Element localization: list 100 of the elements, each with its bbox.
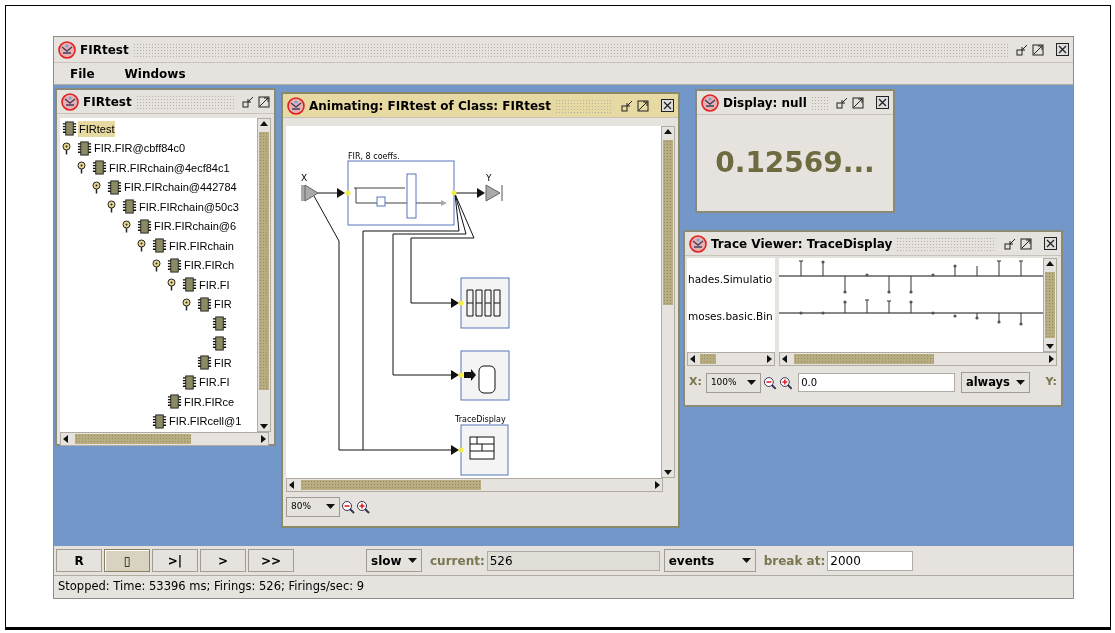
time-field[interactable]: 0.0 <box>798 373 955 392</box>
scroll-left-icon[interactable] <box>61 434 71 444</box>
caret-icon <box>408 557 417 564</box>
tree-item[interactable]: FIR.FIRce <box>183 393 236 410</box>
scroll-thumb[interactable] <box>301 480 481 490</box>
tree-item[interactable]: FIR.FIRchain@50c3 <box>138 198 240 215</box>
scroll-right-icon[interactable] <box>1046 354 1056 364</box>
scroll-thumb[interactable] <box>663 140 673 305</box>
mode-dropdown[interactable]: always <box>960 372 1030 393</box>
scroll-thumb[interactable] <box>700 354 716 364</box>
maximize-icon[interactable] <box>637 99 649 112</box>
scroll-down-icon[interactable] <box>663 467 673 477</box>
title-bar[interactable]: FIRtest <box>57 90 274 114</box>
scroll-left-icon[interactable] <box>688 354 698 364</box>
tree-item[interactable]: FIR.FIRchain@6 <box>153 218 238 235</box>
current-field: 526 <box>486 550 660 571</box>
close-icon[interactable] <box>1044 237 1057 250</box>
minimize-icon[interactable] <box>1004 237 1016 250</box>
scroll-thumb[interactable] <box>75 434 191 444</box>
maximize-icon[interactable] <box>1032 43 1044 56</box>
scroll-thumb[interactable] <box>259 132 269 390</box>
maximize-icon[interactable] <box>852 96 864 109</box>
window-title: Animating: FIRtest of Class: FIRtest <box>309 97 551 115</box>
tree-item[interactable]: FIR.FIRch <box>183 257 236 274</box>
expand-handle-icon[interactable] <box>62 141 71 155</box>
minimize-icon[interactable] <box>836 96 848 109</box>
tree-item[interactable]: FIR.FIRchain@442784 <box>123 179 238 196</box>
scroll-thumb[interactable] <box>1045 272 1055 338</box>
sim-control-button[interactable]: R <box>56 549 102 572</box>
scroll-left-icon[interactable] <box>287 480 297 490</box>
tree-item[interactable]: FIRtest <box>78 120 116 137</box>
scroll-right-icon[interactable] <box>764 354 774 364</box>
sim-control-button[interactable]: >> <box>248 549 294 572</box>
expand-handle-icon[interactable] <box>92 180 101 194</box>
unit-dropdown[interactable]: events <box>663 549 756 572</box>
chip-icon <box>212 335 227 351</box>
vertical-scrollbar[interactable] <box>661 126 675 478</box>
sim-control-button[interactable]: > <box>200 549 246 572</box>
scroll-up-icon[interactable] <box>663 127 673 137</box>
expand-handle-icon[interactable] <box>182 297 191 311</box>
zoom-dropdown[interactable]: 100% <box>705 372 761 393</box>
tree-item[interactable]: FIR.FI <box>198 374 231 391</box>
maximize-icon[interactable] <box>258 95 270 108</box>
minimize-icon[interactable] <box>1016 43 1028 56</box>
expand-handle-icon[interactable] <box>152 258 161 272</box>
close-icon[interactable] <box>661 99 674 112</box>
menu-item[interactable]: Windows <box>124 64 186 83</box>
break-at-field[interactable]: 2000 <box>827 550 914 571</box>
scroll-up-icon[interactable] <box>1045 259 1055 269</box>
maximize-icon[interactable] <box>1020 237 1032 250</box>
title-bar[interactable]: Animating: FIRtest of Class: FIRtest <box>283 94 678 118</box>
tree-item[interactable]: FIR.FIR@cbff84c0 <box>93 140 187 157</box>
app-logo-icon <box>689 234 707 253</box>
zoom-out-icon[interactable] <box>762 375 777 390</box>
scroll-thumb[interactable] <box>794 354 934 364</box>
vertical-scrollbar[interactable] <box>1043 258 1057 352</box>
status-text: Stopped: Time: 53396 ms; Firings: 526; Firings/sec: 9 <box>58 578 365 596</box>
horizontal-scrollbar[interactable] <box>60 432 269 446</box>
sim-control-button[interactable]: ▯ <box>104 549 150 572</box>
close-icon[interactable] <box>1056 43 1069 56</box>
current-label: current: <box>430 552 485 570</box>
tree-item[interactable]: FIR.FIRchain <box>168 237 235 254</box>
caret-icon <box>741 557 751 564</box>
chip-icon <box>107 179 122 195</box>
expand-handle-icon[interactable] <box>77 161 86 175</box>
input-port <box>301 184 319 202</box>
zoom-in-icon[interactable] <box>778 375 793 390</box>
expand-handle-icon[interactable] <box>167 278 176 292</box>
sim-control-button[interactable]: >| <box>152 549 198 572</box>
menu-item[interactable]: File <box>70 64 95 83</box>
scroll-left-icon[interactable] <box>780 354 790 364</box>
expand-handle-icon[interactable] <box>137 239 146 253</box>
window-title: FIRtest <box>83 93 132 111</box>
scroll-right-icon[interactable] <box>652 480 662 490</box>
zoom-in-icon[interactable] <box>356 500 370 514</box>
horizontal-scrollbar[interactable] <box>779 352 1057 366</box>
scroll-up-icon[interactable] <box>259 119 269 129</box>
zoom-dropdown[interactable]: 80% <box>286 497 340 517</box>
tree-item[interactable]: FIR <box>213 296 233 313</box>
title-bar[interactable]: Display: null <box>697 91 893 115</box>
horizontal-scrollbar[interactable] <box>286 478 663 492</box>
tree-item[interactable]: FIR.FIRcell@1 <box>168 413 243 430</box>
scroll-right-icon[interactable] <box>258 434 268 444</box>
expand-handle-icon[interactable] <box>107 200 116 214</box>
expand-handle-icon[interactable] <box>122 219 131 233</box>
title-bar[interactable]: Trace Viewer: TraceDisplay <box>685 232 1061 256</box>
tree-item[interactable]: FIR.FIRchain@4ecf84c1 <box>108 159 231 176</box>
window-title: Trace Viewer: TraceDisplay <box>711 235 893 253</box>
horizontal-scrollbar[interactable] <box>687 352 775 366</box>
minimize-icon[interactable] <box>621 99 633 112</box>
speed-dropdown[interactable]: slow <box>366 549 422 572</box>
tree-item[interactable]: FIR.FI <box>198 276 231 293</box>
window-title: FIRtest <box>80 41 129 59</box>
zoom-out-icon[interactable] <box>341 500 355 514</box>
vertical-scrollbar[interactable] <box>257 118 271 432</box>
close-icon[interactable] <box>876 96 889 109</box>
chip-icon <box>197 355 212 371</box>
output-port <box>485 184 503 202</box>
tree-item[interactable]: FIR <box>213 354 233 371</box>
minimize-icon[interactable] <box>242 95 254 108</box>
